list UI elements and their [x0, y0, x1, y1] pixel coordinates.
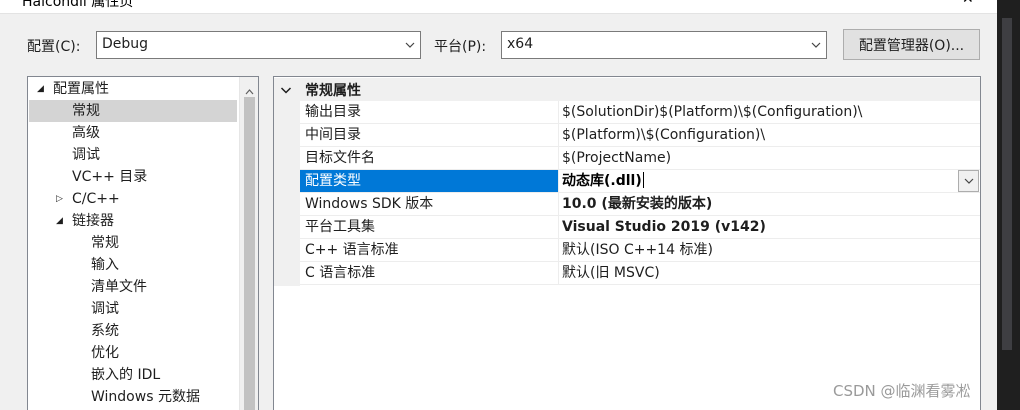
- property-row-configuration-type[interactable]: 配置类型 动态库(.dll): [300, 170, 980, 193]
- tree-item-linker-windows-metadata[interactable]: Windows 元数据: [28, 386, 238, 408]
- collapsed-triangle-icon[interactable]: ▷: [56, 188, 63, 210]
- watermark: CSDN @临渊看雾凇: [833, 382, 971, 400]
- property-value[interactable]: $(Platform)\$(Configuration)\: [562, 124, 765, 146]
- tree-item-label: 调试: [91, 301, 119, 317]
- tree-scrollbar[interactable]: [239, 77, 258, 410]
- property-row-cpp-language-standard[interactable]: C++ 语言标准 默认(ISO C++14 标准): [300, 239, 980, 262]
- property-row-windows-sdk-version[interactable]: Windows SDK 版本 10.0 (最新安装的版本): [300, 193, 980, 216]
- property-row-target-name[interactable]: 目标文件名 $(ProjectName): [300, 147, 980, 170]
- property-value[interactable]: 10.0 (最新安装的版本): [562, 193, 712, 215]
- category-header[interactable]: 常规属性: [274, 78, 980, 101]
- tree-scrollbar-thumb[interactable]: [244, 97, 255, 410]
- property-tree: ◢ 配置属性 常规 高级 调试 VC++ 目录 ▷ C/C++ ◢ 链接器 常规…: [27, 76, 259, 410]
- tree-item-label: VC++ 目录: [72, 169, 148, 185]
- tree-item-label: C/C++: [72, 191, 120, 207]
- property-name: 配置类型: [300, 170, 558, 192]
- column-divider: [558, 239, 559, 262]
- tree-item-linker[interactable]: ◢ 链接器: [28, 210, 238, 232]
- tree-item-linker-general[interactable]: 常规: [28, 232, 238, 254]
- property-row-c-language-standard[interactable]: C 语言标准 默认(旧 MSVC): [300, 262, 980, 285]
- chevron-down-icon[interactable]: [280, 83, 292, 99]
- tree-item-label: 配置属性: [53, 81, 109, 97]
- tree-item-label: 输入: [91, 257, 119, 273]
- platform-select-value: x64: [507, 36, 534, 52]
- property-value-text: 动态库(.dll): [562, 173, 642, 189]
- close-icon[interactable]: ✕: [962, 0, 974, 7]
- column-divider: [558, 147, 559, 170]
- tree-item-debugging[interactable]: 调试: [28, 144, 238, 166]
- property-row-output-directory[interactable]: 输出目录 $(SolutionDir)$(Platform)\$(Configu…: [300, 101, 980, 124]
- chevron-down-icon: [964, 178, 973, 184]
- tree-item-general[interactable]: 常规: [29, 100, 237, 122]
- property-value[interactable]: 默认(旧 MSVC): [562, 262, 660, 284]
- tree-item-vc-directories[interactable]: VC++ 目录: [28, 166, 238, 188]
- property-name: C 语言标准: [305, 265, 376, 281]
- property-name: 输出目录: [305, 104, 361, 120]
- category-label: 常规属性: [305, 83, 361, 99]
- tree-item-label: 嵌入的 IDL: [91, 367, 161, 383]
- platform-label: 平台(P):: [434, 39, 487, 55]
- window-title: Halcondll 属性页: [22, 0, 134, 10]
- tree-item-label: Windows 元数据: [91, 389, 200, 405]
- property-value[interactable]: 默认(ISO C++14 标准): [562, 239, 713, 261]
- tree-item-label: 链接器: [72, 213, 114, 229]
- column-divider: [558, 170, 559, 193]
- tree-item-label: 常规: [72, 103, 100, 119]
- property-name: 平台工具集: [305, 219, 375, 235]
- column-divider: [558, 193, 559, 216]
- tree-item-linker-debugging[interactable]: 调试: [28, 298, 238, 320]
- expanded-triangle-icon[interactable]: ◢: [56, 210, 63, 232]
- property-row-platform-toolset[interactable]: 平台工具集 Visual Studio 2019 (v142): [300, 216, 980, 239]
- property-value-editor[interactable]: 动态库(.dll): [562, 170, 644, 192]
- property-dropdown-button[interactable]: [958, 170, 979, 192]
- chevron-down-icon: [806, 32, 826, 58]
- property-name: 目标文件名: [305, 150, 375, 166]
- expanded-triangle-icon[interactable]: ◢: [37, 78, 44, 100]
- chevron-down-icon: [400, 32, 420, 58]
- config-select-value: Debug: [102, 36, 149, 52]
- platform-select[interactable]: x64: [501, 31, 827, 59]
- tree-item-label: 调试: [72, 147, 100, 163]
- column-divider: [558, 262, 559, 285]
- property-name: C++ 语言标准: [305, 242, 399, 258]
- tree-item-linker-embedded-idl[interactable]: 嵌入的 IDL: [28, 364, 238, 386]
- property-value[interactable]: Visual Studio 2019 (v142): [562, 216, 766, 238]
- config-manager-button[interactable]: 配置管理器(O)...: [843, 29, 980, 60]
- tree-item-label: 系统: [91, 323, 119, 339]
- config-select[interactable]: Debug: [96, 31, 421, 59]
- property-name: Windows SDK 版本: [305, 196, 434, 212]
- tree-item-label: 优化: [91, 345, 119, 361]
- tree-item-label: 清单文件: [91, 279, 147, 295]
- column-divider: [558, 216, 559, 239]
- property-name: 中间目录: [305, 127, 361, 143]
- background-editor-edge: [997, 0, 1020, 410]
- property-row-intermediate-directory[interactable]: 中间目录 $(Platform)\$(Configuration)\: [300, 124, 980, 147]
- editor-scrollbar-thumb[interactable]: [1002, 18, 1012, 350]
- title-bar: Halcondll 属性页 ✕: [0, 0, 997, 14]
- column-divider: [558, 101, 559, 124]
- grid-gutter: [274, 101, 300, 286]
- tree-item-c-cpp[interactable]: ▷ C/C++: [28, 188, 238, 210]
- tree-item-label: 高级: [72, 125, 100, 141]
- config-label: 配置(C):: [27, 39, 81, 55]
- text-caret: [642, 172, 644, 188]
- property-value[interactable]: $(ProjectName): [562, 147, 671, 169]
- property-value[interactable]: $(SolutionDir)$(Platform)\$(Configuratio…: [562, 101, 862, 123]
- tree-item-label: 常规: [91, 235, 119, 251]
- tree-item-linker-optimization[interactable]: 优化: [28, 342, 238, 364]
- tree-item-linker-system[interactable]: 系统: [28, 320, 238, 342]
- column-divider: [558, 124, 559, 147]
- tree-item-config-properties[interactable]: ◢ 配置属性: [28, 78, 238, 100]
- tree-item-linker-manifest[interactable]: 清单文件: [28, 276, 238, 298]
- property-grid: 常规属性 输出目录 $(SolutionDir)$(Platform)\$(Co…: [273, 76, 981, 410]
- tree-item-linker-input[interactable]: 输入: [28, 254, 238, 276]
- tree-item-advanced[interactable]: 高级: [28, 122, 238, 144]
